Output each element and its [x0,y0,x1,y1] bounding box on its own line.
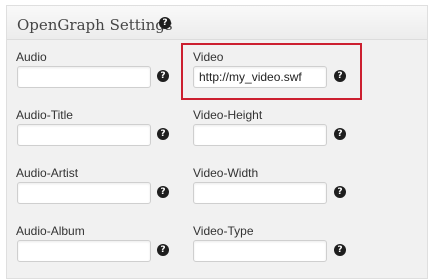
panel-title: OpenGraph Settings [17,16,173,34]
audio-album-label: Audio-Album [16,224,85,238]
audio-album-help-icon[interactable]: ? [157,244,169,256]
video-height-input[interactable] [193,124,327,146]
video-height-help-icon[interactable]: ? [334,128,346,140]
audio-title-input[interactable] [17,124,151,146]
video-field-highlight-box [181,43,362,100]
video-width-input[interactable] [193,182,327,204]
video-type-help-icon[interactable]: ? [334,244,346,256]
audio-help-icon[interactable]: ? [157,70,169,82]
audio-album-input[interactable] [17,240,151,262]
video-height-label: Video-Height [193,108,263,122]
audio-title-help-icon[interactable]: ? [157,128,169,140]
audio-artist-label: Audio-Artist [16,166,79,180]
audio-title-label: Audio-Title [16,108,73,122]
audio-input[interactable] [17,66,151,88]
audio-label: Audio [16,50,47,64]
audio-artist-help-icon[interactable]: ? [157,186,169,198]
video-type-label: Video-Type [193,224,254,238]
video-width-help-icon[interactable]: ? [334,186,346,198]
header-help-icon[interactable]: ? [159,17,171,29]
video-width-label: Video-Width [193,166,259,180]
panel-header: OpenGraph Settings ? [7,6,427,40]
video-type-input[interactable] [193,240,327,262]
audio-artist-input[interactable] [17,182,151,204]
